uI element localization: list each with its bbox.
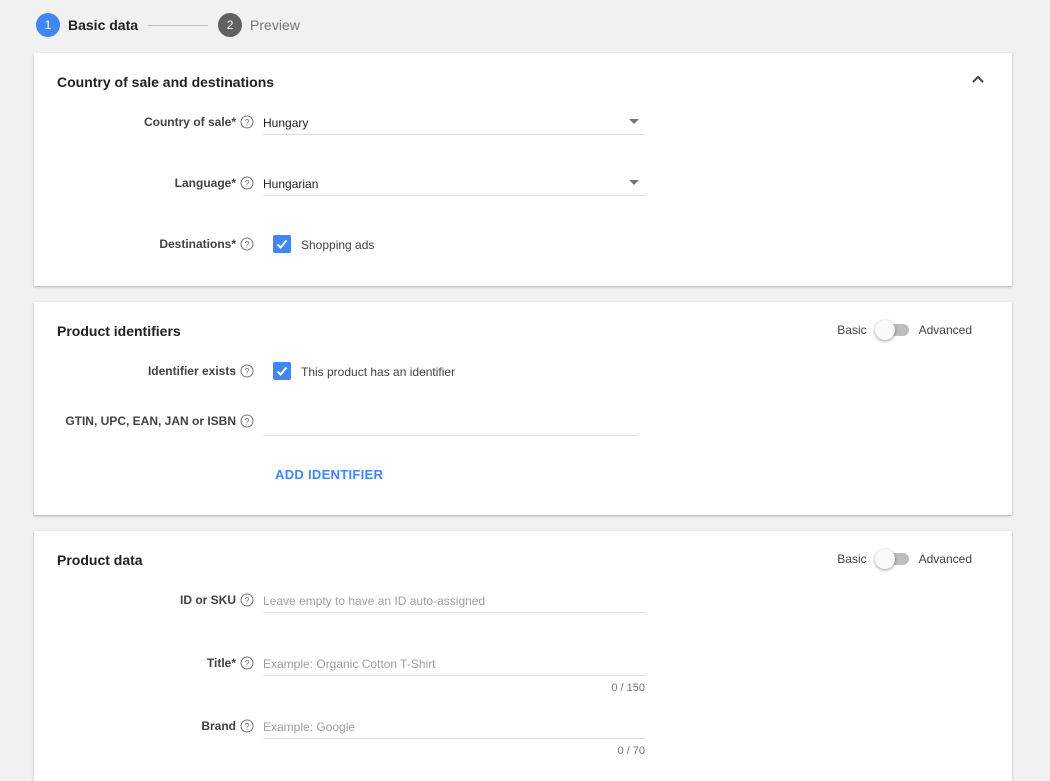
title-row: Title* ? Example: Organic Cotton T-Shirt <box>34 650 1012 676</box>
id-sku-label: ID or SKU <box>179 593 236 607</box>
id-sku-placeholder: Leave empty to have an ID auto-assigned <box>263 593 486 608</box>
step-1-circle[interactable]: 1 <box>36 13 60 37</box>
svg-text:?: ? <box>244 367 249 377</box>
identifier-exists-row: Identifier exists ? This product has an … <box>34 358 1012 384</box>
has-identifier-checkbox[interactable] <box>273 362 291 380</box>
help-icon[interactable]: ? <box>240 719 254 733</box>
product-data-card-title: Product data <box>57 552 143 568</box>
brand-label: Brand <box>201 719 236 733</box>
add-identifier-button[interactable]: ADD IDENTIFIER <box>275 467 383 482</box>
help-icon[interactable]: ? <box>240 237 254 251</box>
help-icon[interactable]: ? <box>240 176 254 190</box>
has-identifier-label[interactable]: This product has an identifier <box>301 365 455 379</box>
brand-row: Brand ? Example: Google <box>34 713 1012 739</box>
toggle-advanced-label[interactable]: Advanced <box>919 323 972 337</box>
country-card: Country of sale and destinations Country… <box>34 53 1012 286</box>
country-select[interactable]: Hungary <box>263 109 645 135</box>
product-data-card: Product data Basic Advanced ID or SKU ? … <box>34 531 1012 781</box>
svg-text:?: ? <box>244 417 249 427</box>
id-sku-row: ID or SKU ? Leave empty to have an ID au… <box>34 587 1012 613</box>
toggle-advanced-label[interactable]: Advanced <box>919 552 972 566</box>
dropdown-arrow-icon <box>629 119 639 124</box>
brand-placeholder: Example: Google <box>263 719 356 734</box>
brand-char-counter: 0 / 70 <box>617 745 645 757</box>
gtin-row: GTIN, UPC, EAN, JAN or ISBN ? <box>34 408 1012 436</box>
gtin-value <box>263 421 637 423</box>
id-sku-input[interactable]: Leave empty to have an ID auto-assigned <box>263 587 645 613</box>
basic-advanced-switch[interactable] <box>874 549 911 569</box>
shopping-ads-label[interactable]: Shopping ads <box>301 238 374 252</box>
help-icon[interactable]: ? <box>240 414 254 428</box>
language-select[interactable]: Hungarian <box>263 170 645 196</box>
gtin-label: GTIN, UPC, EAN, JAN or ISBN <box>65 414 236 428</box>
destinations-label: Destinations* <box>159 237 236 251</box>
destinations-row: Destinations* ? Shopping ads <box>34 231 1012 257</box>
language-label: Language* <box>174 176 236 190</box>
brand-input[interactable]: Example: Google <box>263 713 645 739</box>
check-icon <box>276 366 288 376</box>
identifiers-card: Product identifiers Basic Advanced Ident… <box>34 302 1012 515</box>
step-1-label[interactable]: Basic data <box>68 17 138 33</box>
identifiers-mode-toggle: Basic Advanced <box>837 320 972 340</box>
help-icon[interactable]: ? <box>240 593 254 607</box>
basic-advanced-switch[interactable] <box>874 320 911 340</box>
svg-text:?: ? <box>244 596 249 606</box>
chevron-up-icon[interactable] <box>970 71 986 87</box>
step-connector <box>148 24 209 26</box>
svg-text:?: ? <box>244 118 249 128</box>
svg-text:?: ? <box>244 240 249 250</box>
title-char-counter: 0 / 150 <box>611 682 645 694</box>
gtin-input[interactable] <box>263 408 637 436</box>
title-input[interactable]: Example: Organic Cotton T-Shirt <box>263 650 645 676</box>
product-mode-toggle: Basic Advanced <box>837 549 972 569</box>
svg-text:?: ? <box>244 179 249 189</box>
toggle-basic-label[interactable]: Basic <box>837 323 866 337</box>
svg-text:?: ? <box>244 722 249 732</box>
help-icon[interactable]: ? <box>240 115 254 129</box>
stepper: 1 Basic data 2 Preview <box>36 12 300 38</box>
step-2-label[interactable]: Preview <box>250 17 300 33</box>
toggle-basic-label[interactable]: Basic <box>837 552 866 566</box>
country-label: Country of sale* <box>143 115 236 129</box>
language-row: Language* ? Hungarian <box>34 170 1012 196</box>
country-row: Country of sale* ? Hungary <box>34 109 1012 135</box>
country-card-title: Country of sale and destinations <box>57 74 275 90</box>
language-value: Hungarian <box>263 176 319 191</box>
title-label: Title* <box>206 656 236 670</box>
help-icon[interactable]: ? <box>240 656 254 670</box>
help-icon[interactable]: ? <box>240 364 254 378</box>
country-value: Hungary <box>263 115 309 130</box>
identifier-exists-label: Identifier exists <box>147 364 236 378</box>
title-placeholder: Example: Organic Cotton T-Shirt <box>263 656 436 671</box>
check-icon <box>276 239 288 249</box>
step-2-circle[interactable]: 2 <box>218 13 243 37</box>
dropdown-arrow-icon <box>629 180 639 185</box>
shopping-ads-checkbox[interactable] <box>273 235 291 253</box>
svg-text:?: ? <box>244 659 249 669</box>
identifiers-card-title: Product identifiers <box>57 323 181 339</box>
